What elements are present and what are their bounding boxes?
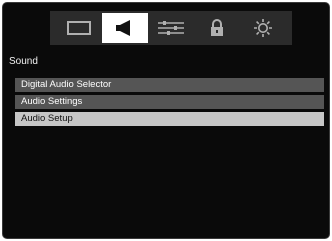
menu-item-audio-setup[interactable]: Audio Setup bbox=[15, 112, 324, 126]
tv-settings-screen: Sound Digital Audio Selector Audio Setti… bbox=[2, 2, 330, 239]
lock-icon bbox=[211, 19, 223, 36]
category-tab-bar bbox=[50, 11, 292, 45]
sound-menu: Digital Audio Selector Audio Settings Au… bbox=[15, 78, 324, 129]
tab-lock[interactable] bbox=[194, 13, 240, 43]
picture-icon bbox=[67, 21, 91, 35]
menu-item-digital-audio-selector[interactable]: Digital Audio Selector bbox=[15, 78, 324, 92]
tab-options[interactable] bbox=[240, 13, 286, 43]
speaker-icon bbox=[116, 20, 130, 36]
gear-icon bbox=[254, 19, 272, 37]
tab-picture[interactable] bbox=[56, 13, 102, 43]
settings-sliders-icon bbox=[158, 21, 184, 35]
tab-setup[interactable] bbox=[148, 13, 194, 43]
menu-item-audio-settings[interactable]: Audio Settings bbox=[15, 95, 324, 109]
tab-sound[interactable] bbox=[102, 13, 148, 43]
section-title: Sound bbox=[9, 56, 38, 67]
